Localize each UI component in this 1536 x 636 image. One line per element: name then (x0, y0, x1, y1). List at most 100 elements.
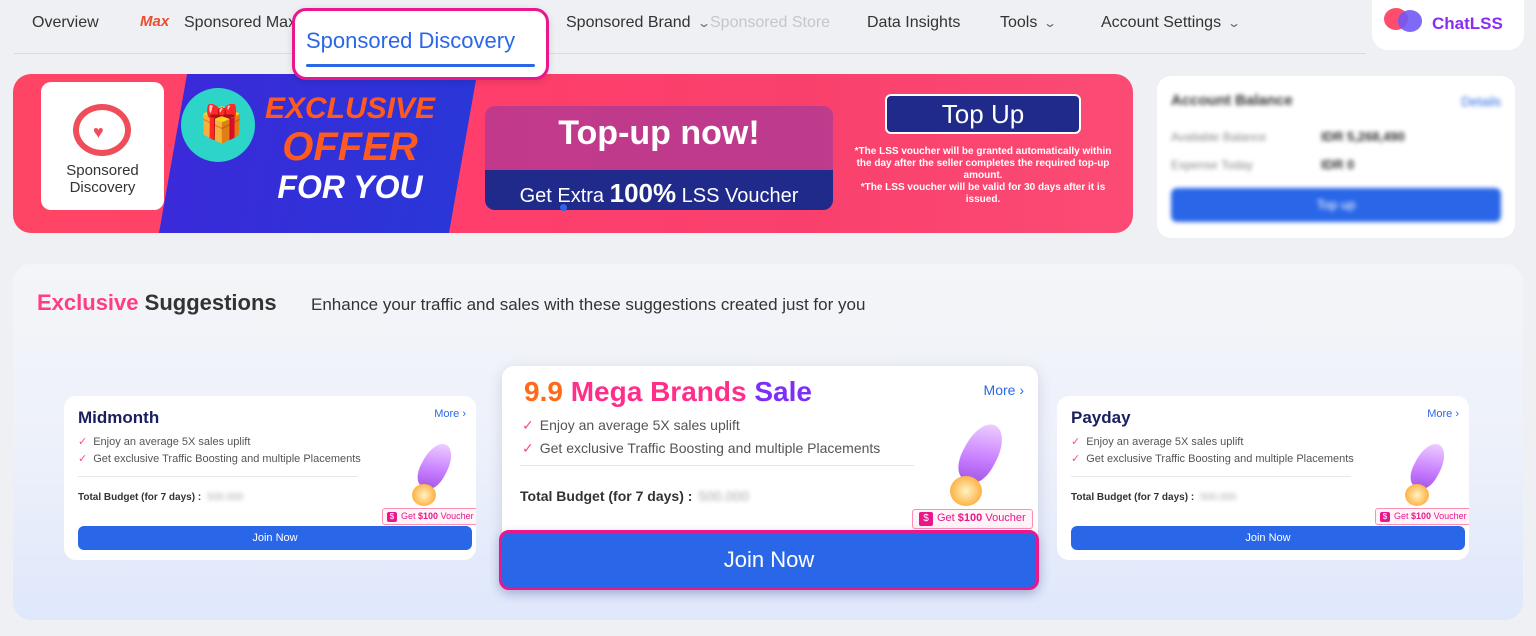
more-link[interactable]: More › (434, 408, 466, 420)
offer-line-2: OFFER (282, 125, 418, 169)
suggestions-subtitle: Enhance your traffic and sales with thes… (311, 295, 866, 314)
card-divider (78, 476, 358, 477)
more-link[interactable]: More › (984, 382, 1024, 398)
gift-icon: 🎁 (181, 88, 255, 162)
available-balance-value: IDR 5,268,490 (1321, 129, 1405, 144)
tab-data-insights[interactable]: Data Insights (867, 14, 960, 32)
check-icon: ✓ (1071, 436, 1081, 448)
chevron-down-icon: ⌄ (1227, 16, 1242, 30)
tab-sponsored-discovery[interactable]: Sponsored Discovery (292, 8, 549, 80)
rocket-icon (938, 417, 1020, 508)
tab-tools[interactable]: Tools ⌄ (1000, 14, 1058, 32)
budget-value[interactable]: 500.000 (207, 492, 243, 503)
tab-account-settings-label: Account Settings (1101, 14, 1222, 31)
more-link[interactable]: More › (1427, 408, 1459, 420)
suggestion-card-midmonth: Midmonth More › ✓ Enjoy an average 5X sal… (64, 396, 476, 560)
feature-text: Get exclusive Traffic Boosting and multi… (1086, 453, 1354, 465)
topup-ticket: Top-up now! Get Extra 100% LSS Voucher (485, 106, 833, 210)
feature-text: Get exclusive Traffic Boosting and multi… (539, 440, 881, 456)
feature-text: Get exclusive Traffic Boosting and multi… (93, 453, 361, 465)
chatlss-button[interactable]: ChatLSS (1372, 0, 1524, 50)
voucher-icon: $ (919, 512, 933, 526)
join-now-button[interactable]: Join Now (1071, 526, 1465, 550)
voucher-badge: $ Get $100 Voucher (912, 509, 1033, 529)
voucher-icon: $ (1380, 512, 1390, 522)
voucher-badge: $ Get $100 Voucher (1375, 508, 1469, 525)
voucher-prefix: Get (1394, 511, 1409, 521)
check-icon: ✓ (522, 417, 534, 433)
budget-value[interactable]: 500.000 (698, 488, 749, 504)
carousel-dot[interactable] (560, 204, 567, 211)
feature-item: ✓ Enjoy an average 5X sales uplift (78, 435, 250, 448)
offer-line-3: FOR YOU (277, 169, 423, 205)
total-budget: Total Budget (for 7 days) : 500.000 (1071, 492, 1236, 503)
sub-bold: 100% (609, 178, 677, 208)
voucher-badge: $ Get $100 Voucher (382, 508, 476, 525)
account-balance-card: Account Balance Details Available Balanc… (1157, 76, 1515, 238)
max-logo-icon: Max (140, 13, 170, 30)
suggestions-title-highlight: Exclusive (37, 290, 139, 315)
voucher-suffix: Voucher (1433, 511, 1467, 521)
feature-item: ✓ Get exclusive Traffic Boosting and mult… (1071, 452, 1354, 465)
banner-top-up-button[interactable]: Top Up (885, 94, 1081, 134)
chat-bubbles-icon (1384, 8, 1428, 38)
promo-banner[interactable]: ♥ Sponsored Discovery 🎁 EXCLUSIVE OFFER … (13, 74, 1133, 233)
sponsored-discovery-logo: ♥ Sponsored Discovery (41, 82, 164, 210)
expense-today-value: IDR 0 (1321, 157, 1355, 172)
top-navigation: Overview Max Sponsored Max Sponsored Bra… (14, 0, 1366, 54)
feature-text: Enjoy an average 5X sales uplift (539, 417, 740, 433)
feature-item: ✓ Enjoy an average 5X sales uplift (1071, 435, 1243, 448)
voucher-amount: $100 (1411, 511, 1432, 521)
card-title-number: 9.9 (524, 376, 563, 407)
check-icon: ✓ (1071, 453, 1081, 465)
suggestions-title: Exclusive Suggestions (37, 290, 277, 316)
total-budget: Total Budget (for 7 days) : 500.000 (78, 492, 243, 503)
budget-value[interactable]: 500.000 (1200, 492, 1236, 503)
voucher-amount: $100 (957, 512, 983, 524)
fineprint-2: *The LSS voucher will be valid for 30 da… (860, 182, 1106, 205)
check-icon: ✓ (78, 453, 88, 465)
topup-subline: Get Extra 100% LSS Voucher (485, 170, 833, 210)
heart-ring-icon: ♥ (73, 104, 131, 156)
active-tab-underline (306, 64, 535, 67)
card-title: Midmonth (78, 408, 160, 427)
tab-overview[interactable]: Overview (32, 14, 99, 32)
rocket-icon (404, 438, 464, 508)
feature-text: Enjoy an average 5X sales uplift (1086, 436, 1244, 448)
card-title-mid: Mega Brands (570, 376, 747, 407)
banner-fineprint: *The LSS voucher will be granted automat… (849, 146, 1117, 206)
sub-suffix: LSS Voucher (681, 185, 799, 207)
card-title: 9.9 Mega Brands Sale (524, 376, 812, 408)
tab-sponsored-max[interactable]: Sponsored Max (184, 14, 296, 32)
check-icon: ✓ (522, 440, 534, 456)
voucher-suffix: Voucher (985, 512, 1026, 524)
join-now-button-highlighted[interactable]: Join Now (499, 530, 1039, 590)
feature-item: ✓ Get exclusive Traffic Boosting and mult… (522, 440, 880, 457)
chevron-down-icon: ⌄ (696, 16, 711, 30)
expense-today-label: Expense Today (1171, 158, 1253, 172)
account-top-up-button[interactable]: Top up (1171, 188, 1501, 222)
budget-label: Total Budget (for 7 days) : (1071, 492, 1195, 503)
offer-line-1: EXCLUSIVE (264, 92, 436, 125)
rocket-icon (1397, 438, 1457, 508)
chevron-down-icon: ⌄ (1043, 16, 1058, 30)
logo-text: Sponsored Discovery (66, 162, 139, 196)
tab-sponsored-brand[interactable]: Sponsored Brand ⌄ (566, 14, 711, 32)
suggestions-title-rest: Suggestions (144, 290, 277, 315)
join-now-button[interactable]: Join Now (78, 526, 472, 550)
voucher-suffix: Voucher (440, 511, 474, 521)
card-divider (520, 465, 914, 466)
voucher-amount: $100 (418, 511, 439, 521)
more-link-label: More (1427, 408, 1453, 420)
suggestion-card-payday: Payday More › ✓ Enjoy an average 5X sales… (1057, 396, 1469, 560)
check-icon: ✓ (78, 436, 88, 448)
tab-sponsored-brand-label: Sponsored Brand (566, 14, 691, 31)
tab-account-settings[interactable]: Account Settings ⌄ (1101, 14, 1242, 32)
account-details-link[interactable]: Details (1461, 94, 1501, 109)
chatlss-label: ChatLSS (1432, 14, 1503, 33)
exclusive-offer-text: EXCLUSIVE OFFER FOR YOU (245, 92, 455, 206)
budget-label: Total Budget (for 7 days) : (78, 492, 202, 503)
topup-headline: Top-up now! (558, 114, 760, 152)
tab-sponsored-store[interactable]: Sponsored Store (710, 14, 830, 32)
tab-tools-label: Tools (1000, 14, 1038, 31)
